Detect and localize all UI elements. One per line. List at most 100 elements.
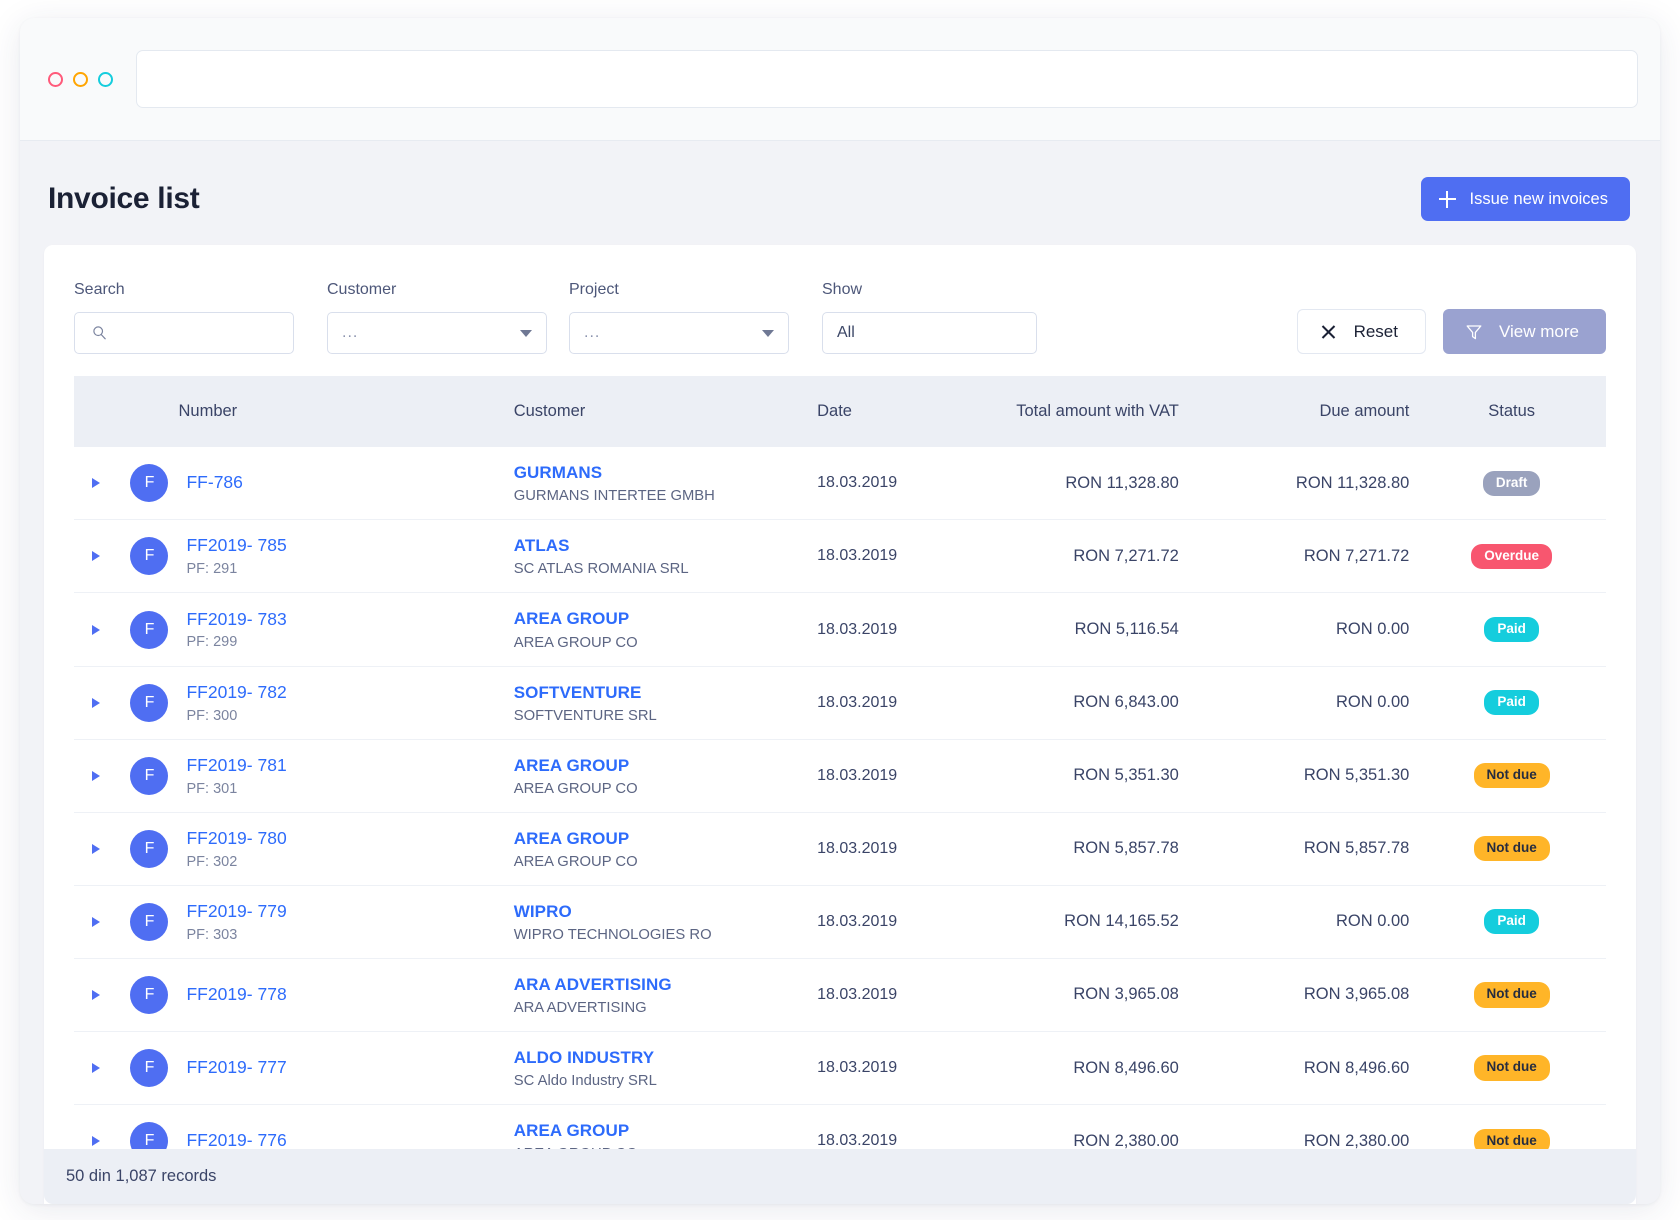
search-input[interactable] [74,312,294,354]
status-badge: Not due [1473,982,1550,1008]
issue-new-invoices-button[interactable]: Issue new invoices [1420,177,1630,221]
show-input[interactable]: All [822,312,1037,354]
col-date[interactable]: Date [799,376,957,448]
col-number[interactable]: Number [128,376,506,448]
invoice-number-link[interactable]: FF2019- 783 [186,609,286,631]
window-controls [48,71,113,87]
invoice-number-link[interactable]: FF2019- 779 [186,901,286,923]
customer-link[interactable]: GURMANS [514,462,799,484]
total-amount-cell: RON 6,843.00 [1073,693,1179,712]
total-amount-cell: RON 5,116.54 [1074,620,1179,638]
total-amount-cell: RON 2,380.00 [1073,1131,1179,1149]
expand-cell [74,885,128,958]
status-badge: Not due [1473,1055,1550,1081]
customer-select[interactable]: ... [327,312,547,354]
expand-cell [74,520,128,593]
invoice-number-link[interactable]: FF2019- 781 [186,755,286,777]
close-dot[interactable] [48,71,63,87]
invoice-number-link[interactable]: FF2019- 776 [186,1130,286,1149]
customer-link[interactable]: SOFTVENTURE [514,682,799,704]
customer-link[interactable]: ALDO INDUSTRY [514,1047,799,1069]
minimize-dot[interactable] [73,71,88,87]
avatar: F [130,537,169,576]
expand-row-icon[interactable] [92,1136,100,1147]
expand-cell [74,739,128,812]
expand-row-icon[interactable] [92,770,100,781]
table-row[interactable]: F FF2019- 778 ARA ADVERTISING ARA ADVERTISI… [74,958,1606,1032]
address-bar[interactable] [136,50,1638,108]
expand-row-icon[interactable] [92,551,100,562]
col-expand [74,376,129,448]
avatar: F [130,610,169,649]
invoice-number-sub: PF: 302 [186,853,238,870]
project-field: Project ... [569,281,789,354]
invoice-number-link[interactable]: FF2019- 785 [186,535,286,557]
table-row[interactable]: F FF2019- 779 PF: 303 WIPRO WIPRO TECHNOLOGI… [74,885,1606,959]
col-status[interactable]: Status [1417,376,1606,448]
number-cell: F FF2019- 782 PF: 300 [128,666,505,739]
customer-link[interactable]: AREA GROUP [514,755,799,777]
expand-row-icon[interactable] [92,624,100,635]
customer-sub: WIPRO TECHNOLOGIES RO [513,926,712,943]
col-total[interactable]: Total amount with VAT [956,376,1187,448]
customer-link[interactable]: AREA GROUP [514,608,799,630]
customer-link[interactable]: ARA ADVERTISING [514,974,799,996]
customer-link[interactable]: AREA GROUP [514,1120,799,1142]
due-amount-cell: RON 5,351.30 [1303,766,1410,785]
customer-cell: AREA GROUP AREA GROUP CO [506,593,799,666]
plus-icon [1438,190,1456,208]
invoice-number-link[interactable]: FF2019- 780 [186,828,286,850]
expand-cell [74,958,128,1031]
table-row[interactable]: F FF2019- 777 ALDO INDUSTRY SC Aldo Industr… [74,1032,1606,1105]
expand-cell [74,447,128,520]
table-row[interactable]: F FF2019- 780 PF: 302 AREA GROUP AREA GROUP … [74,812,1606,886]
expand-row-icon[interactable] [92,478,100,489]
invoice-number-link[interactable]: FF2019- 777 [186,1057,286,1079]
browser-window: Invoice list Issue new invoices Search C… [20,18,1660,1204]
due-amount-cell: RON 11,328.80 [1295,473,1410,492]
expand-row-icon[interactable] [92,843,100,854]
col-customer[interactable]: Customer [505,376,800,448]
table-row[interactable]: F FF-786 GURMANS GURMANS INTERTEE GMBH 18.03… [74,447,1606,520]
number-cell: F FF2019- 780 PF: 302 [128,812,505,885]
maximize-dot[interactable] [98,71,113,87]
show-field: Show All [822,281,1037,354]
view-more-label: View more [1499,321,1579,341]
invoice-number-sub: PF: 291 [186,561,238,578]
reset-button[interactable]: Reset [1296,309,1426,354]
table-row[interactable]: F FF2019- 776 AREA GROUPAREA GROUP CO 18.03… [74,1105,1606,1149]
filter-icon [1466,324,1482,339]
avatar: F [130,1122,169,1149]
view-more-button[interactable]: View more [1443,309,1606,354]
status-cell: Paid [1417,593,1606,666]
close-icon [1320,323,1337,340]
table-row[interactable]: F FF2019- 782 PF: 300 SOFTVENTURE SOFTVENTUR… [74,666,1606,740]
avatar: F [130,683,169,722]
customer-cell: AREA GROUP AREA GROUP CO [506,739,799,812]
customer-field: Customer ... [327,281,547,354]
customer-link[interactable]: AREA GROUP [514,828,799,850]
table-row[interactable]: F FF2019- 783 PF: 299 AREA GROUP AREA GROUP … [74,593,1606,667]
expand-cell [74,593,128,666]
invoice-number-link[interactable]: FF2019- 778 [186,984,286,1006]
invoice-table: Number Customer Date Total amount with V… [74,376,1606,1149]
invoice-number-link[interactable]: FF2019- 782 [186,682,286,704]
customer-link[interactable]: ATLAS [514,535,799,557]
avatar: F [130,975,169,1014]
avatar: F [130,1049,169,1088]
expand-row-icon[interactable] [92,989,100,1000]
table-row[interactable]: F FF2019- 785 PF: 291 ATLAS SC ATLAS ROMANIA… [74,520,1606,593]
expand-row-icon[interactable] [92,916,100,927]
total-amount-cell: RON 7,271.72 [1073,546,1179,565]
col-due[interactable]: Due amount [1186,376,1418,448]
expand-row-icon[interactable] [92,1063,100,1074]
status-badge: Not due [1473,763,1550,789]
expand-cell [74,812,128,885]
expand-row-icon[interactable] [92,697,100,708]
reset-label: Reset [1353,321,1398,341]
invoice-number-link[interactable]: FF-786 [186,472,242,494]
table-row[interactable]: F FF2019- 781 PF: 301 AREA GROUP AREA GROUP … [74,739,1606,813]
number-cell: F FF2019- 785 PF: 291 [128,520,505,593]
project-select[interactable]: ... [569,312,789,354]
customer-link[interactable]: WIPRO [514,901,799,923]
